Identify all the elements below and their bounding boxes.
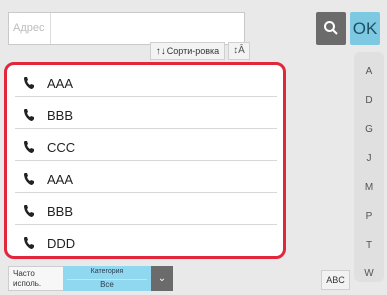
category-label: Категория <box>90 268 124 275</box>
index-letter-m[interactable]: M <box>354 182 384 193</box>
contact-list: AAA BBB CCC AAA BBB DDD <box>4 62 286 259</box>
contact-name: BBB <box>47 204 74 219</box>
list-item[interactable]: BBB <box>15 102 277 129</box>
list-item[interactable]: DDD <box>15 230 277 256</box>
search-button[interactable] <box>316 12 346 45</box>
category-dropdown-button[interactable]: ⌄ <box>151 266 173 291</box>
list-item[interactable]: CCC <box>15 134 277 161</box>
index-letter-d[interactable]: D <box>354 95 384 106</box>
phone-icon <box>24 173 34 185</box>
contact-name: DDD <box>47 236 76 251</box>
list-item[interactable]: AAA <box>15 70 277 97</box>
phone-icon <box>24 205 34 217</box>
alphabet-index: A D G J M P T W <box>354 52 384 282</box>
phone-icon <box>24 109 34 121</box>
category-value: Все <box>67 279 147 290</box>
address-search-field[interactable]: Адрес <box>8 12 245 45</box>
list-item[interactable]: AAA <box>15 166 277 193</box>
index-letter-j[interactable]: J <box>354 153 384 164</box>
list-item[interactable]: BBB <box>15 198 277 225</box>
phone-icon <box>24 237 34 249</box>
sort-label: Сорти-ровка <box>166 46 220 56</box>
index-letter-a[interactable]: A <box>354 66 384 77</box>
abc-button[interactable]: ABC <box>321 270 350 290</box>
sort-order-button[interactable]: ↕Ā <box>228 42 250 60</box>
contact-name: CCC <box>47 140 76 155</box>
index-letter-w[interactable]: W <box>354 268 384 279</box>
sort-order-icon: ↕Ā <box>233 45 245 56</box>
index-letter-g[interactable]: G <box>354 124 384 135</box>
address-label: Адрес <box>9 13 51 44</box>
phone-icon <box>24 77 34 89</box>
contact-name: AAA <box>47 172 74 187</box>
contact-name: BBB <box>47 108 74 123</box>
index-letter-p[interactable]: P <box>354 211 384 222</box>
category-selector[interactable]: Категория Все <box>63 266 151 291</box>
ok-button[interactable]: OK <box>350 12 380 45</box>
phone-icon <box>24 141 34 153</box>
chevron-down-icon: ⌄ <box>157 273 167 284</box>
frequent-use-button[interactable]: Часто исполь. <box>8 266 64 291</box>
contact-name: AAA <box>47 76 74 91</box>
search-icon <box>324 21 338 35</box>
sort-button[interactable]: ↑↓Сорти-ровка <box>150 42 225 60</box>
sort-arrows-icon: ↑↓ <box>155 46 166 57</box>
index-letter-t[interactable]: T <box>354 240 384 251</box>
